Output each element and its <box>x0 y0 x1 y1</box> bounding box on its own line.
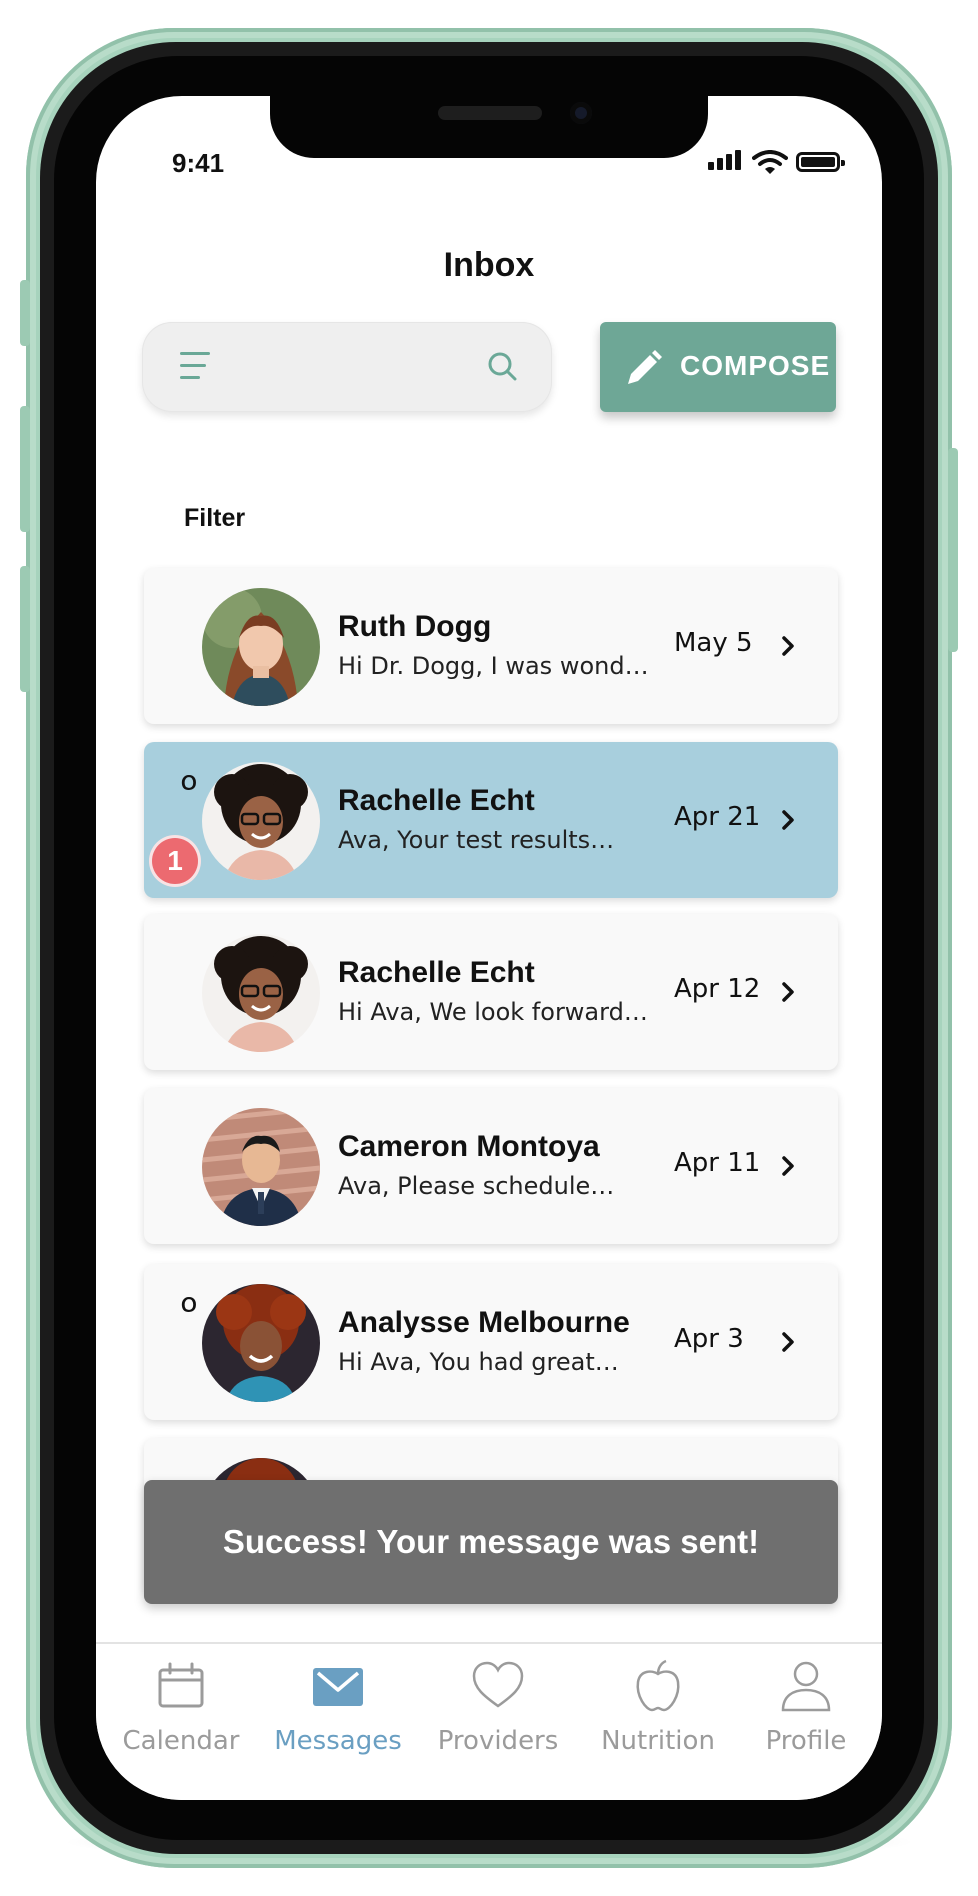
sender-name: Rachelle Echt <box>338 784 535 817</box>
message-date: Apr 3 <box>674 1324 744 1354</box>
message-preview: Ava, Your test results… <box>338 826 615 854</box>
message-date: Apr 11 <box>674 1148 761 1178</box>
message-row[interactable]: ໐ Analysse Melbourne Hi Ava, You had gre… <box>144 1264 838 1420</box>
tab-bar: Calendar Messages Providers Nutrition Pr… <box>96 1642 882 1800</box>
success-toast: Success! Your message was sent! <box>144 1480 838 1604</box>
avatar <box>202 588 320 706</box>
person-icon <box>781 1661 831 1712</box>
notch <box>270 96 708 158</box>
status-icons <box>708 150 848 174</box>
front-camera <box>570 102 592 124</box>
sender-name: Rachelle Echt <box>338 956 535 989</box>
unread-badge: 1 <box>152 838 198 884</box>
phone-screen: 9:41 Inbox COMPOSE Filter Ruth Dogg Hi D… <box>96 96 882 1800</box>
envelope-icon <box>313 1668 363 1706</box>
sender-name: Ruth Dogg <box>338 610 492 643</box>
sender-name: Analysse Melbourne <box>338 1306 630 1339</box>
message-date: Apr 21 <box>674 802 761 832</box>
message-preview: Ava, Please schedule… <box>338 1172 615 1200</box>
chevron-right-icon <box>782 636 794 656</box>
tab-label: Messages <box>274 1726 402 1756</box>
chevron-right-icon <box>782 982 794 1002</box>
signal-icon <box>708 150 744 174</box>
avatar <box>202 1108 320 1226</box>
attachment-icon: ໐ <box>180 764 198 797</box>
avatar <box>202 1284 320 1402</box>
avatar <box>202 934 320 1052</box>
message-date: Apr 12 <box>674 974 761 1004</box>
message-date: May 5 <box>674 628 753 658</box>
tab-providers[interactable]: Providers <box>430 1644 566 1764</box>
wifi-icon <box>752 150 788 174</box>
tab-messages[interactable]: Messages <box>266 1644 410 1764</box>
tab-label: Nutrition <box>601 1726 715 1756</box>
chevron-right-icon <box>782 810 794 830</box>
heart-icon <box>472 1661 524 1708</box>
volume-down-button <box>20 566 30 692</box>
apple-icon <box>636 1659 680 1712</box>
speaker-grille <box>438 106 542 120</box>
chevron-right-icon <box>782 1332 794 1352</box>
search-icon[interactable] <box>486 350 518 382</box>
page-title: Inbox <box>443 246 535 284</box>
calendar-icon <box>158 1662 204 1708</box>
status-time: 9:41 <box>172 148 225 178</box>
volume-up-button <box>20 406 30 532</box>
mute-switch <box>20 280 30 346</box>
message-row[interactable]: Rachelle Echt Hi Ava, We look forward… A… <box>144 914 838 1070</box>
compose-button[interactable]: COMPOSE <box>600 322 836 412</box>
message-row[interactable]: Cameron Montoya Ava, Please schedule… Ap… <box>144 1088 838 1244</box>
message-row[interactable]: Ruth Dogg Hi Dr. Dogg, I was wond… May 5 <box>144 568 838 724</box>
search-input[interactable] <box>142 322 552 412</box>
message-preview: Hi Ava, We look forward… <box>338 998 648 1026</box>
power-button <box>948 448 958 652</box>
filter-label[interactable]: Filter <box>184 504 245 533</box>
tab-nutrition[interactable]: Nutrition <box>586 1644 730 1764</box>
compose-label: COMPOSE <box>680 350 831 381</box>
avatar <box>202 762 320 880</box>
tab-profile[interactable]: Profile <box>750 1644 862 1764</box>
battery-icon <box>796 152 845 172</box>
tab-label: Providers <box>437 1726 559 1756</box>
tab-calendar[interactable]: Calendar <box>116 1644 246 1764</box>
tab-label: Profile <box>765 1726 847 1756</box>
message-preview: Hi Ava, You had great… <box>338 1348 619 1376</box>
sender-name: Cameron Montoya <box>338 1130 600 1163</box>
tab-label: Calendar <box>122 1726 240 1756</box>
message-preview: Hi Dr. Dogg, I was wond… <box>338 652 649 680</box>
pencil-icon <box>628 350 662 384</box>
filter-menu-icon[interactable] <box>180 352 214 380</box>
message-row-selected[interactable]: ໐ 1 Rachelle Echt Ava, Your test results… <box>144 742 838 898</box>
attachment-icon: ໐ <box>180 1286 198 1319</box>
chevron-right-icon <box>782 1156 794 1176</box>
